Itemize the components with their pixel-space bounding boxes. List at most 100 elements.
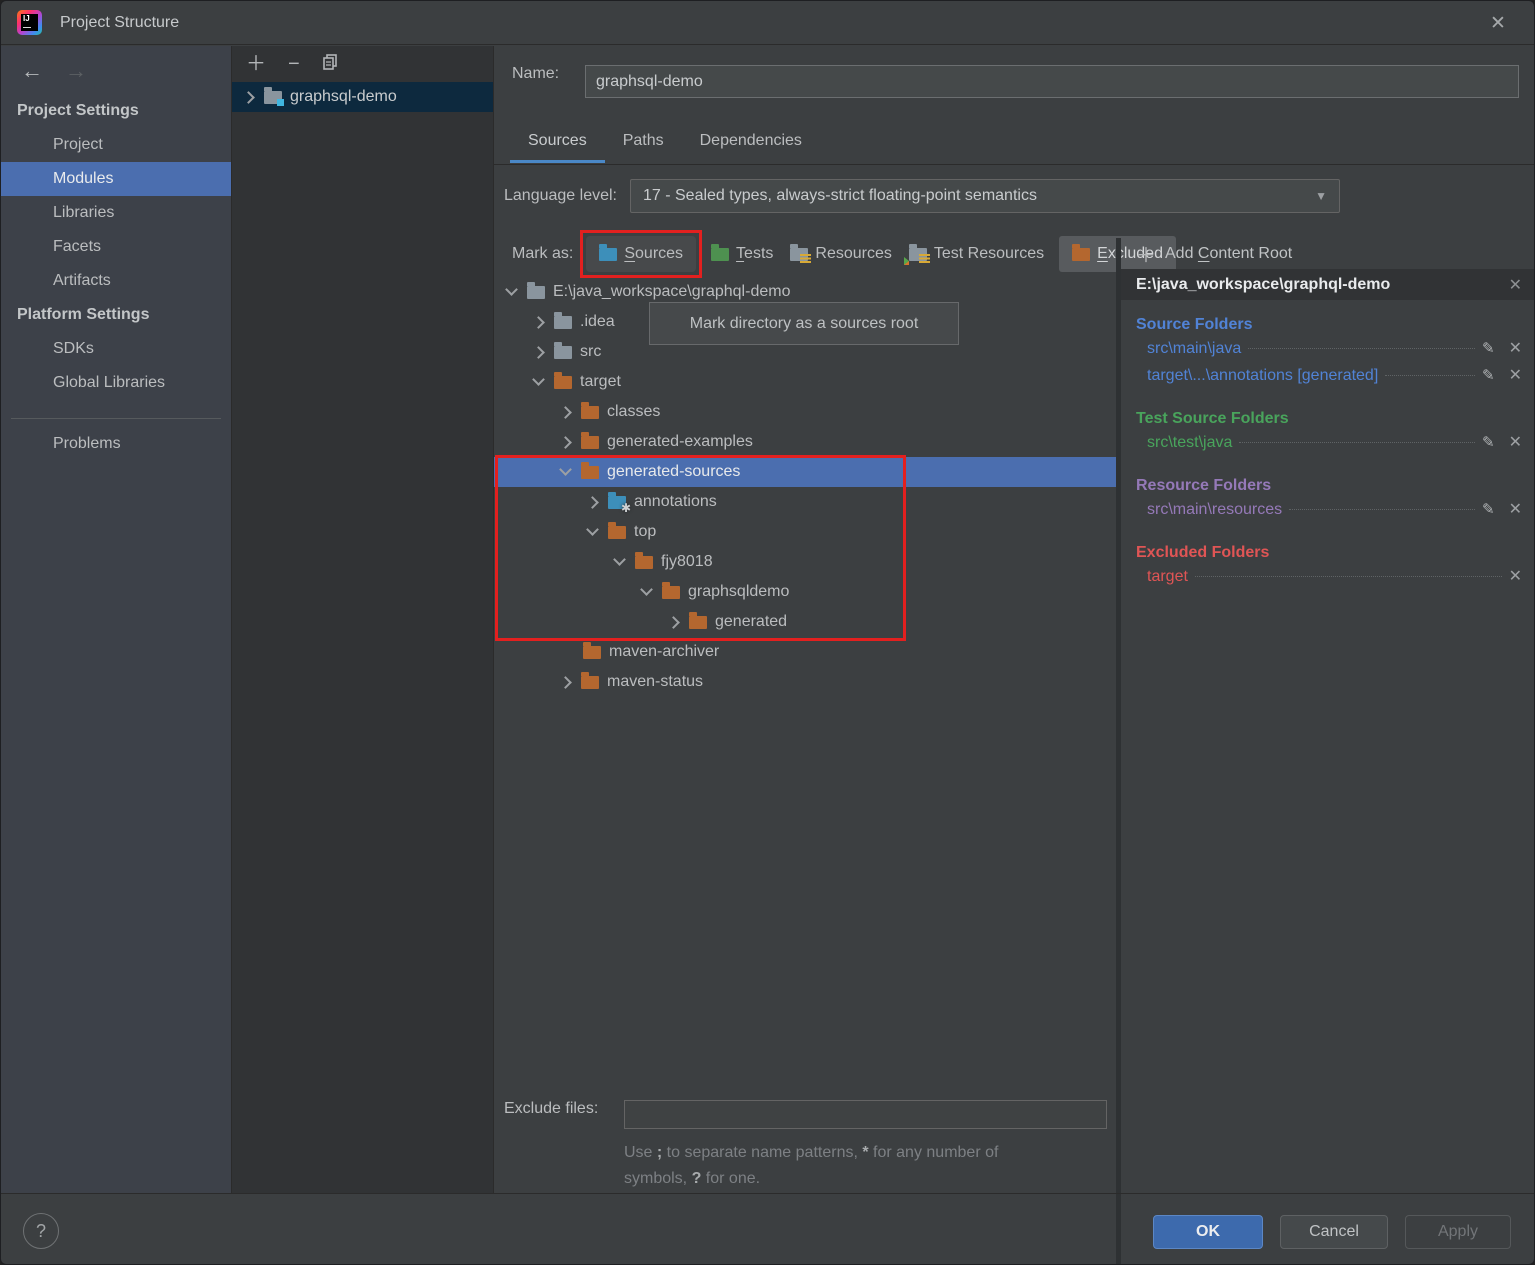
chevron-down-icon[interactable] <box>613 553 626 566</box>
edit-pencil-icon[interactable]: ✎ <box>1482 339 1495 357</box>
tab-paths[interactable]: Paths <box>605 123 682 163</box>
sidebar-item-modules[interactable]: Modules <box>1 162 231 196</box>
mark-as-resources-label: Resources <box>815 245 891 263</box>
module-row-graphsql-demo[interactable]: graphsql-demo <box>232 82 493 112</box>
folder-group-resource-folders: Resource Folderssrc\main\resources✎✕ <box>1136 472 1522 526</box>
mark-as-tests-label: Tests <box>736 245 773 263</box>
folder-icon <box>527 286 545 299</box>
chevron-down-icon[interactable] <box>586 523 599 536</box>
tree-row-maven-status[interactable]: maven-status <box>494 667 1119 697</box>
chevron-right-icon[interactable] <box>586 496 599 509</box>
add-icon[interactable]: ＋ <box>246 54 266 74</box>
back-arrow-icon[interactable]: ← <box>19 58 45 84</box>
copy-icon[interactable] <box>322 54 339 75</box>
plus-icon: ＋ <box>1136 239 1156 268</box>
tree-row-classes[interactable]: classes <box>494 397 1119 427</box>
sidebar-divider <box>11 418 221 419</box>
sidebar-section-header: Project Settings <box>1 94 231 128</box>
chevron-right-icon[interactable] <box>532 316 545 329</box>
module-name-input[interactable] <box>585 65 1519 98</box>
remove-icon[interactable]: − <box>288 54 300 74</box>
close-icon[interactable]: ✕ <box>1484 9 1512 37</box>
folder-path[interactable]: target\...\annotations [generated] <box>1147 367 1378 385</box>
mark-as-tests-button[interactable]: Tests <box>709 241 775 267</box>
sidebar-item-project[interactable]: Project <box>1 128 231 162</box>
sidebar-item-problems[interactable]: Problems <box>1 427 231 461</box>
folder-path[interactable]: src\test\java <box>1147 434 1232 452</box>
edit-pencil-icon[interactable]: ✎ <box>1482 500 1495 518</box>
tree-row-top[interactable]: top <box>494 517 1119 547</box>
tabs-divider <box>494 164 1535 165</box>
language-level-select[interactable]: 17 - Sealed types, always-strict floatin… <box>630 179 1340 213</box>
sidebar-item-artifacts[interactable]: Artifacts <box>1 264 231 298</box>
folder-path-row: src\main\java ✎ ✕ <box>1136 338 1522 365</box>
ok-button[interactable]: OK <box>1153 1215 1263 1249</box>
tab-dependencies[interactable]: Dependencies <box>682 123 820 163</box>
folder-icon <box>1072 248 1090 261</box>
tree-row-annotations[interactable]: ✱annotations <box>494 487 1119 517</box>
edit-pencil-icon[interactable]: ✎ <box>1482 433 1495 451</box>
chevron-down-icon[interactable] <box>640 583 653 596</box>
remove-folder-icon[interactable]: ✕ <box>1509 566 1522 586</box>
help-icon[interactable]: ? <box>23 1213 59 1249</box>
remove-folder-icon[interactable]: ✕ <box>1509 365 1522 385</box>
tab-sources[interactable]: Sources <box>510 123 605 163</box>
tree-row-generated-examples[interactable]: generated-examples <box>494 427 1119 457</box>
folder-path[interactable]: target <box>1147 568 1188 586</box>
sidebar-item-global-libraries[interactable]: Global Libraries <box>1 366 231 400</box>
sidebar-item-facets[interactable]: Facets <box>1 230 231 264</box>
folder-path[interactable]: src\main\resources <box>1147 501 1282 519</box>
chevron-right-icon[interactable] <box>532 346 545 359</box>
mark-as-label: Mark as: <box>512 245 573 263</box>
tree-item-label: generated <box>715 613 787 631</box>
content-root-header: E:\java_workspace\graphql-demo ✕ <box>1121 269 1534 300</box>
chevron-right-icon[interactable] <box>559 676 572 689</box>
tree-item-label: graphsqldemo <box>688 583 789 601</box>
module-toolbar: ＋− <box>232 46 493 82</box>
folder-icon <box>554 316 572 329</box>
dotted-leader <box>1385 375 1475 376</box>
remove-folder-icon[interactable]: ✕ <box>1509 499 1522 519</box>
remove-folder-icon[interactable]: ✕ <box>1509 338 1522 358</box>
editor-tabs: SourcesPathsDependencies <box>510 123 820 163</box>
settings-sidebar: ← → Project SettingsProjectModulesLibrar… <box>1 46 231 1194</box>
exclude-files-input[interactable] <box>624 1100 1107 1129</box>
chevron-down-icon[interactable] <box>559 463 572 476</box>
sidebar-item-sdks[interactable]: SDKs <box>1 332 231 366</box>
folder-group-title: Source Folders <box>1136 311 1522 338</box>
edit-pencil-icon[interactable]: ✎ <box>1482 366 1495 384</box>
sidebar-item-libraries[interactable]: Libraries <box>1 196 231 230</box>
cancel-button[interactable]: Cancel <box>1280 1215 1388 1249</box>
dialog-footer: ? OK Cancel Apply <box>1 1193 1534 1264</box>
folder-path[interactable]: src\main\java <box>1147 340 1241 358</box>
mark-as-test-resources-label: Test Resources <box>934 245 1044 263</box>
tree-row-fjy8018[interactable]: fjy8018 <box>494 547 1119 577</box>
mark-as-resources-button[interactable]: Resources <box>788 241 893 267</box>
folder-icon <box>581 436 599 449</box>
tree-row-generated[interactable]: generated <box>494 607 1119 637</box>
chevron-right-icon[interactable] <box>559 436 572 449</box>
folder-icon <box>608 526 626 539</box>
chevron-right-icon[interactable] <box>559 406 572 419</box>
mark-as-sources-button[interactable]: Sources <box>586 236 696 272</box>
tree-row-graphsqldemo[interactable]: graphsqldemo <box>494 577 1119 607</box>
mark-as-sources-label: Sources <box>624 245 683 263</box>
tree-item-label: .idea <box>580 313 615 331</box>
tree-item-label: annotations <box>634 493 717 511</box>
chevron-down-icon[interactable] <box>532 373 545 386</box>
remove-content-root-icon[interactable]: ✕ <box>1509 275 1522 295</box>
mark-as-test-resources-button[interactable]: Test Resources <box>907 241 1046 267</box>
sidebar-section-header: Platform Settings <box>1 298 231 332</box>
apply-button: Apply <box>1405 1215 1511 1249</box>
remove-folder-icon[interactable]: ✕ <box>1509 432 1522 452</box>
tree-row-maven-archiver[interactable]: maven-archiver <box>494 637 1119 667</box>
folder-icon <box>662 586 680 599</box>
folder-icon <box>689 616 707 629</box>
tree-row-generated-sources[interactable]: generated-sources <box>494 457 1119 487</box>
add-content-root-button[interactable]: ＋ Add Content Root <box>1121 238 1534 269</box>
history-nav: ← → <box>1 46 231 90</box>
chevron-right-icon[interactable] <box>667 616 680 629</box>
chevron-down-icon[interactable] <box>505 283 518 296</box>
intellij-logo-icon: IJ— <box>17 10 42 35</box>
tree-row-target[interactable]: target <box>494 367 1119 397</box>
